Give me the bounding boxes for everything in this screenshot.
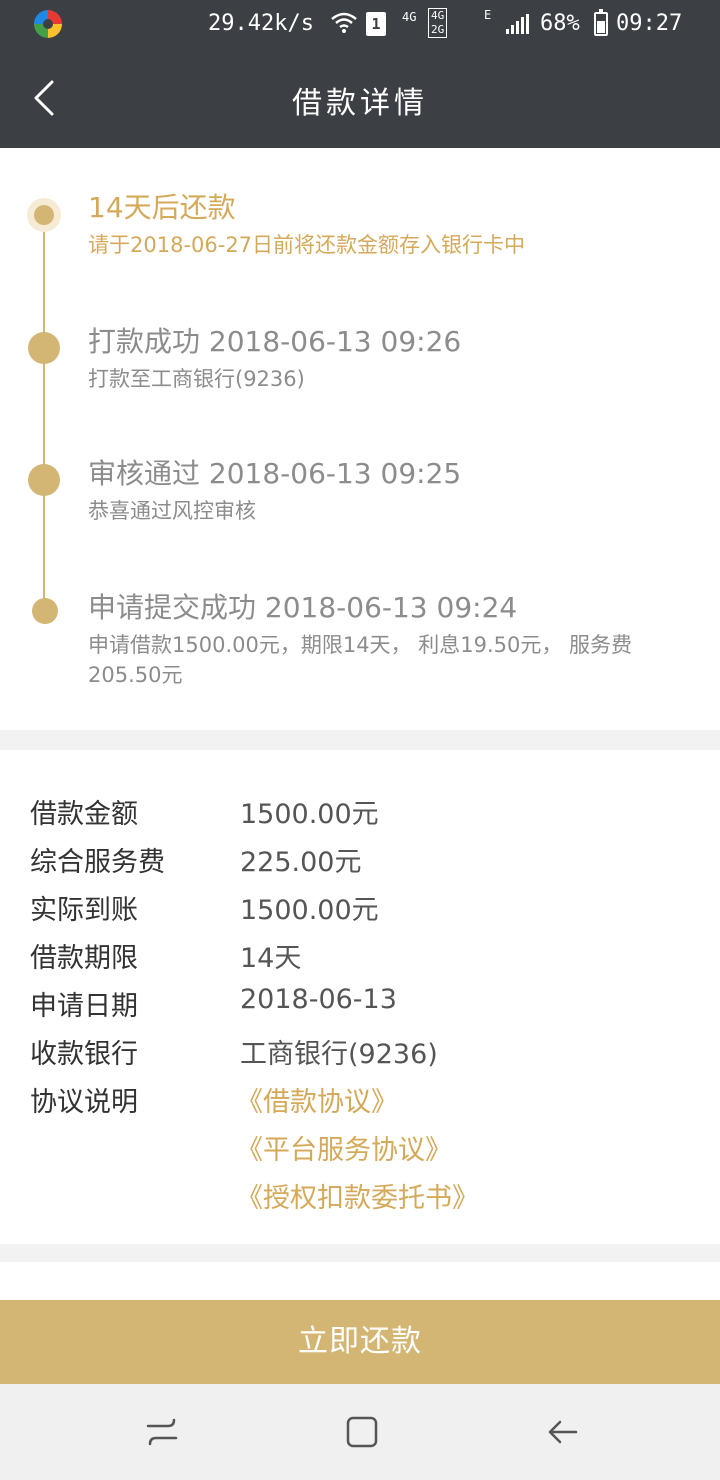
timeline-dot — [32, 598, 58, 624]
detail-row: 实际到账 1500.00元 — [0, 888, 720, 936]
battery-icon — [594, 9, 608, 36]
loan-timeline: 14天后还款 请于2018-06-27日前将还款金额存入银行卡中 打款成功 20… — [0, 148, 720, 730]
detail-row: 收款银行 工商银行(9236) — [0, 1032, 720, 1080]
detail-row: 申请日期 2018-06-13 — [0, 984, 720, 1032]
detail-value: 225.00元 — [240, 847, 362, 878]
detail-label: 收款银行 — [30, 1039, 138, 1070]
platform-service-agreement-link[interactable]: 《平台服务协议》 — [236, 1128, 452, 1167]
system-nav-bar — [0, 1384, 720, 1480]
repay-now-button[interactable]: 立即还款 — [0, 1300, 720, 1384]
detail-value: 2018-06-13 — [240, 984, 397, 1015]
timeline-step-subtitle: 申请借款1500.00元，期限14天， 利息19.50元， 服务费205.50元 — [88, 633, 633, 687]
timeline-step-subtitle: 恭喜通过风控审核 — [88, 499, 256, 523]
loan-details: 借款金额 1500.00元 综合服务费 225.00元 实际到账 1500.00… — [0, 750, 720, 1244]
timeline-step-title: 14天后还款 — [88, 191, 236, 224]
detail-label: 实际到账 — [30, 895, 138, 926]
detail-label: 协议说明 — [30, 1087, 138, 1118]
section-divider — [0, 1244, 720, 1262]
network-type-e: E — [484, 8, 492, 22]
wifi-icon — [330, 10, 358, 39]
timeline-step-subtitle: 请于2018-06-27日前将还款金额存入银行卡中 — [88, 233, 526, 257]
clock: 09:27 — [616, 11, 683, 36]
spacer — [0, 1262, 720, 1300]
app-header: 借款详情 — [0, 48, 720, 148]
debit-authorization-link[interactable]: 《授权扣款委托书》 — [236, 1176, 479, 1215]
page-title: 借款详情 — [292, 86, 428, 121]
detail-value: 14天 — [240, 943, 302, 974]
detail-label: 申请日期 — [30, 991, 138, 1022]
loan-agreement-link[interactable]: 《借款协议》 — [236, 1080, 398, 1119]
network-type: 4G — [402, 10, 417, 24]
detail-row: 综合服务费 225.00元 — [0, 840, 720, 888]
detail-row: 借款金额 1500.00元 — [0, 792, 720, 840]
timeline-step-title: 审核通过 2018-06-13 09:25 — [88, 457, 462, 490]
detail-row: 借款期限 14天 — [0, 936, 720, 984]
network-type-dual: 4G 2G — [428, 8, 448, 38]
detail-value: 1500.00元 — [240, 799, 379, 830]
battery-percent: 68% — [540, 11, 580, 36]
timeline-step-title: 打款成功 2018-06-13 09:26 — [88, 325, 462, 358]
sim-slot-icon: 1 — [366, 12, 386, 36]
signal-icon — [506, 14, 529, 34]
detail-label: 借款金额 — [30, 799, 138, 830]
detail-label: 综合服务费 — [30, 847, 165, 878]
back-arrow-icon[interactable] — [544, 1414, 580, 1450]
status-bar: 29.42k/s 1 4G 4G 2G E 68% 09:27 — [0, 0, 720, 48]
timeline-dot — [28, 332, 60, 364]
timeline-dot-active — [27, 198, 61, 232]
timeline-line — [43, 214, 45, 612]
agreement-row: 协议说明 《借款协议》 — [0, 1080, 720, 1128]
recent-apps-icon[interactable] — [144, 1414, 180, 1450]
timeline-step-subtitle: 打款至工商银行(9236) — [88, 367, 305, 391]
detail-value: 1500.00元 — [240, 895, 379, 926]
timeline-step-title: 申请提交成功 2018-06-13 09:24 — [88, 591, 518, 624]
detail-value: 工商银行(9236) — [240, 1039, 438, 1070]
section-divider — [0, 730, 720, 750]
app-notification-icon — [34, 10, 62, 38]
detail-label: 借款期限 — [30, 943, 138, 974]
home-icon[interactable] — [344, 1414, 380, 1450]
network-speed: 29.42k/s — [208, 11, 314, 36]
timeline-dot — [28, 464, 60, 496]
